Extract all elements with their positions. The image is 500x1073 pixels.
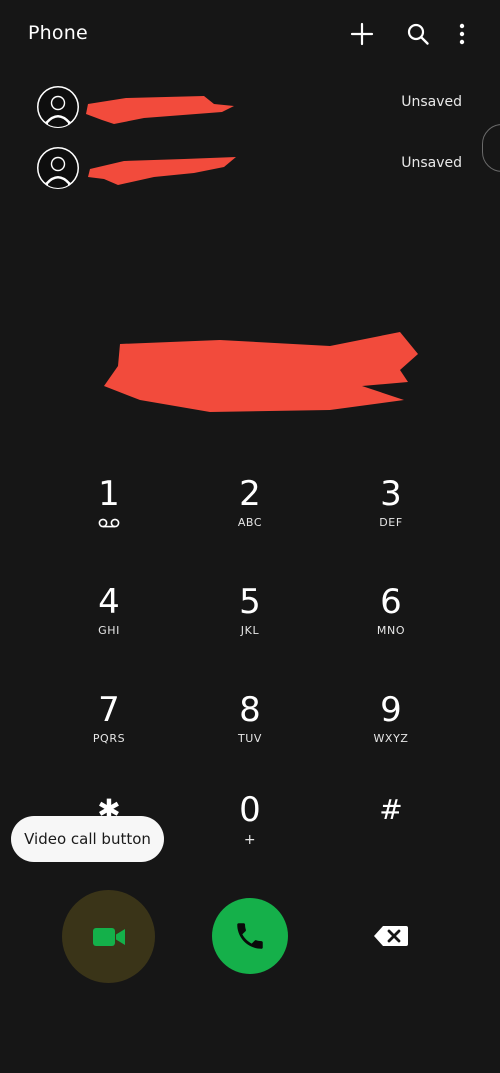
key-digit: 4	[98, 582, 120, 622]
backspace-icon	[374, 926, 408, 946]
key-letters: DEF	[379, 516, 403, 529]
key-5[interactable]: 5 JKL	[190, 582, 310, 672]
key-6[interactable]: 6 MNO	[331, 582, 451, 672]
key-9[interactable]: 9 WXYZ	[331, 690, 451, 780]
key-digit: 7	[98, 690, 120, 730]
key-digit: 8	[239, 690, 261, 730]
key-7[interactable]: 7 PQRS	[49, 690, 169, 780]
key-digit: 5	[239, 582, 261, 622]
avatar	[37, 147, 79, 189]
key-letters: GHI	[98, 624, 120, 637]
search-icon	[407, 23, 429, 45]
key-digit: 2	[239, 474, 261, 514]
key-0[interactable]: 0 +	[190, 790, 310, 880]
key-letters: TUV	[237, 732, 263, 745]
avatar	[37, 86, 79, 128]
key-1[interactable]: 1	[49, 474, 169, 564]
more-options-icon	[459, 23, 465, 45]
key-hash[interactable]: #	[331, 790, 451, 880]
person-icon	[38, 87, 77, 127]
voicemail-icon	[98, 518, 120, 528]
key-4[interactable]: 4 GHI	[49, 582, 169, 672]
backspace-button[interactable]	[366, 916, 416, 956]
more-options-button[interactable]	[446, 18, 478, 50]
unsaved-label: Unsaved	[401, 94, 462, 110]
key-letters: PQRS	[92, 732, 126, 745]
suggestion-row[interactable]: Unsaved	[0, 141, 500, 195]
video-call-button[interactable]	[62, 890, 155, 983]
unsaved-label: Unsaved	[401, 155, 462, 171]
voice-call-button[interactable]	[212, 898, 288, 974]
key-letters: ABC	[237, 516, 263, 529]
key-digit: 6	[380, 582, 402, 622]
redacted-contact-name	[86, 96, 234, 124]
add-icon	[350, 22, 374, 46]
add-contact-button[interactable]	[346, 18, 378, 50]
key-digit: 9	[380, 690, 402, 730]
suggestion-row[interactable]: Unsaved	[0, 80, 500, 134]
person-icon	[38, 148, 77, 188]
redacted-contact-name	[88, 157, 236, 185]
key-2[interactable]: 2 ABC	[190, 474, 310, 564]
app-title: Phone	[28, 22, 88, 44]
redacted-dialed-number	[104, 332, 418, 412]
key-digit: 0	[239, 790, 261, 830]
search-button[interactable]	[402, 18, 434, 50]
video-call-tooltip: Video call button	[11, 816, 164, 862]
phone-icon	[237, 923, 263, 949]
key-letters: MNO	[376, 624, 406, 637]
key-letters: JKL	[240, 624, 260, 637]
key-letters: +	[243, 832, 257, 848]
key-letters: WXYZ	[373, 732, 409, 745]
key-3[interactable]: 3 DEF	[331, 474, 451, 564]
key-digit: #	[379, 793, 403, 826]
key-digit: 3	[380, 474, 402, 514]
key-digit: 1	[98, 474, 120, 514]
key-8[interactable]: 8 TUV	[190, 690, 310, 780]
video-camera-icon	[92, 927, 125, 946]
